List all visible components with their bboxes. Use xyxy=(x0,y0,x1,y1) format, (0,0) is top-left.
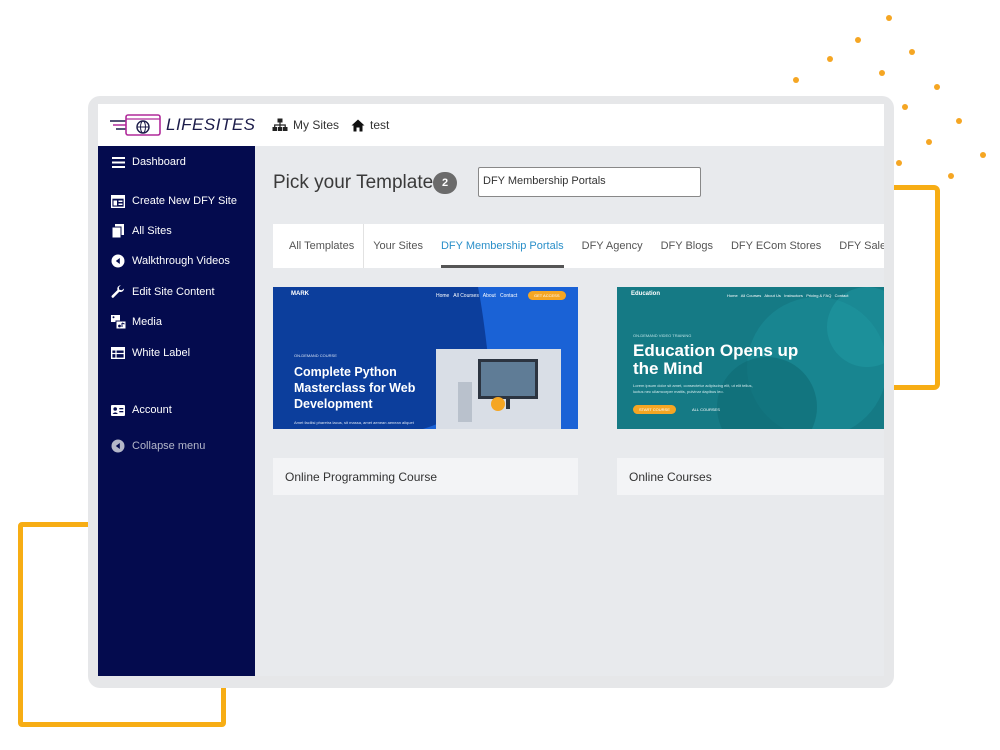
main-content: Pick your Template 2 DFY Membership Port… xyxy=(255,146,884,676)
tab-dfy-sales-funnels[interactable]: DFY Sales Funnels xyxy=(830,224,884,268)
preview-headline: Complete Python Masterclass for Web Deve… xyxy=(294,365,416,411)
tab-dfy-ecom-stores[interactable]: DFY ECom Stores xyxy=(722,224,830,268)
tab-dfy-agency[interactable]: DFY Agency xyxy=(573,224,652,268)
sidebar-item-edit-content[interactable]: Edit Site Content xyxy=(110,284,215,300)
decor-dot xyxy=(879,70,885,76)
preview-link: ALL COURSES xyxy=(692,407,720,412)
collapse-arrow-icon xyxy=(110,438,126,454)
decor-dot xyxy=(926,139,932,145)
template-tabs: All Templates Your Sites DFY Membership … xyxy=(273,224,884,268)
nav-test-label: test xyxy=(370,118,390,132)
template-preview-programming[interactable]: MARK Home All Courses About Contact GET … xyxy=(273,287,578,429)
copy-icon xyxy=(110,223,126,239)
decor-dot xyxy=(980,152,986,158)
sidebar-item-label: All Sites xyxy=(132,225,172,237)
tab-dfy-membership-portals[interactable]: DFY Membership Portals xyxy=(432,224,573,268)
sidebar-collapse-menu[interactable]: Collapse menu xyxy=(110,438,205,454)
preview-brand: Education xyxy=(631,291,661,297)
nav-my-sites-label: My Sites xyxy=(293,118,340,132)
sidebar-item-label: Edit Site Content xyxy=(132,286,215,298)
sidebar-item-media[interactable]: Media xyxy=(110,314,162,330)
sidebar-item-label: Create New DFY Site xyxy=(132,195,237,207)
app-window: LIFESITES My Sites test Dashboard Create… xyxy=(98,104,884,676)
decor-dot xyxy=(948,173,954,179)
sidebar: Dashboard Create New DFY Site All Sites … xyxy=(98,146,255,676)
nav-test-site[interactable]: test xyxy=(351,118,389,132)
sidebar-item-account[interactable]: Account xyxy=(110,402,172,418)
preview-cta: GET ACCESS xyxy=(528,291,566,300)
brand-logo[interactable]: LIFESITES xyxy=(110,112,260,138)
decor-dot xyxy=(793,77,799,83)
sidebar-item-label: Walkthrough Videos xyxy=(132,255,230,267)
top-bar: LIFESITES My Sites test xyxy=(98,104,884,146)
globe-browser-icon xyxy=(110,114,161,136)
preview-eyebrow: ON-DEMAND COURSE xyxy=(294,353,337,358)
decor-dot xyxy=(956,118,962,124)
decor-dot xyxy=(934,84,940,90)
page-title: Pick your Template xyxy=(273,172,434,193)
sidebar-item-create-site[interactable]: Create New DFY Site xyxy=(110,193,237,209)
sitemap-icon xyxy=(272,118,288,131)
stage: LIFESITES My Sites test Dashboard Create… xyxy=(0,0,1000,750)
template-preview-online-courses[interactable]: Education Home All Courses About Us Inst… xyxy=(617,287,884,429)
tab-your-sites[interactable]: Your Sites xyxy=(364,224,432,268)
decor-dot xyxy=(827,56,833,62)
preview-body: Lorem ipsum dolor sit amet, consectetur … xyxy=(633,383,753,394)
nav-my-sites[interactable]: My Sites xyxy=(272,118,339,132)
template-card-title[interactable]: Online Courses xyxy=(617,458,884,495)
photo-video-icon xyxy=(110,314,126,330)
template-category-select[interactable]: DFY Membership Portals xyxy=(478,167,701,197)
tab-all-templates[interactable]: All Templates xyxy=(273,224,365,268)
sidebar-item-dashboard[interactable]: Dashboard xyxy=(110,154,186,170)
sidebar-item-label: White Label xyxy=(132,347,191,359)
sidebar-item-walkthrough[interactable]: Walkthrough Videos xyxy=(110,253,230,269)
wrench-icon xyxy=(110,284,126,300)
sidebar-item-white-label[interactable]: White Label xyxy=(110,345,190,361)
sidebar-item-label: Dashboard xyxy=(132,156,186,168)
preview-body: Amet facilisi pharetra lacus, sit massa,… xyxy=(294,420,414,425)
sidebar-item-label: Media xyxy=(132,316,162,328)
tab-dfy-blogs[interactable]: DFY Blogs xyxy=(652,224,722,268)
play-circle-icon xyxy=(110,253,126,269)
preview-headline: Education Opens up the Mind xyxy=(633,341,799,378)
decor-dot xyxy=(896,160,902,166)
menu-icon xyxy=(110,154,126,170)
sidebar-item-all-sites[interactable]: All Sites xyxy=(110,223,172,239)
decor-dot xyxy=(886,15,892,21)
collapse-menu-label: Collapse menu xyxy=(132,440,206,452)
preview-nav: Home All Courses About Contact xyxy=(436,293,518,299)
sidebar-item-label: Account xyxy=(132,404,172,416)
preview-cta: START COURSE xyxy=(633,405,676,414)
preview-brand: MARK xyxy=(291,291,309,297)
layout-icon xyxy=(110,193,126,209)
home-icon xyxy=(351,119,365,131)
table-icon xyxy=(110,345,126,361)
decor-dot xyxy=(909,49,915,55)
step-badge: 2 xyxy=(433,172,457,194)
preview-nav: Home All Courses About Us Instructors Pr… xyxy=(727,293,849,298)
brand-name: LIFESITES xyxy=(166,115,256,134)
decor-dot xyxy=(855,37,861,43)
preview-eyebrow: ON-DEMAND VIDEO TRAINING xyxy=(633,333,692,338)
decor-dot xyxy=(902,104,908,110)
template-card-title[interactable]: Online Programming Course xyxy=(273,458,578,495)
id-card-icon xyxy=(110,402,126,418)
